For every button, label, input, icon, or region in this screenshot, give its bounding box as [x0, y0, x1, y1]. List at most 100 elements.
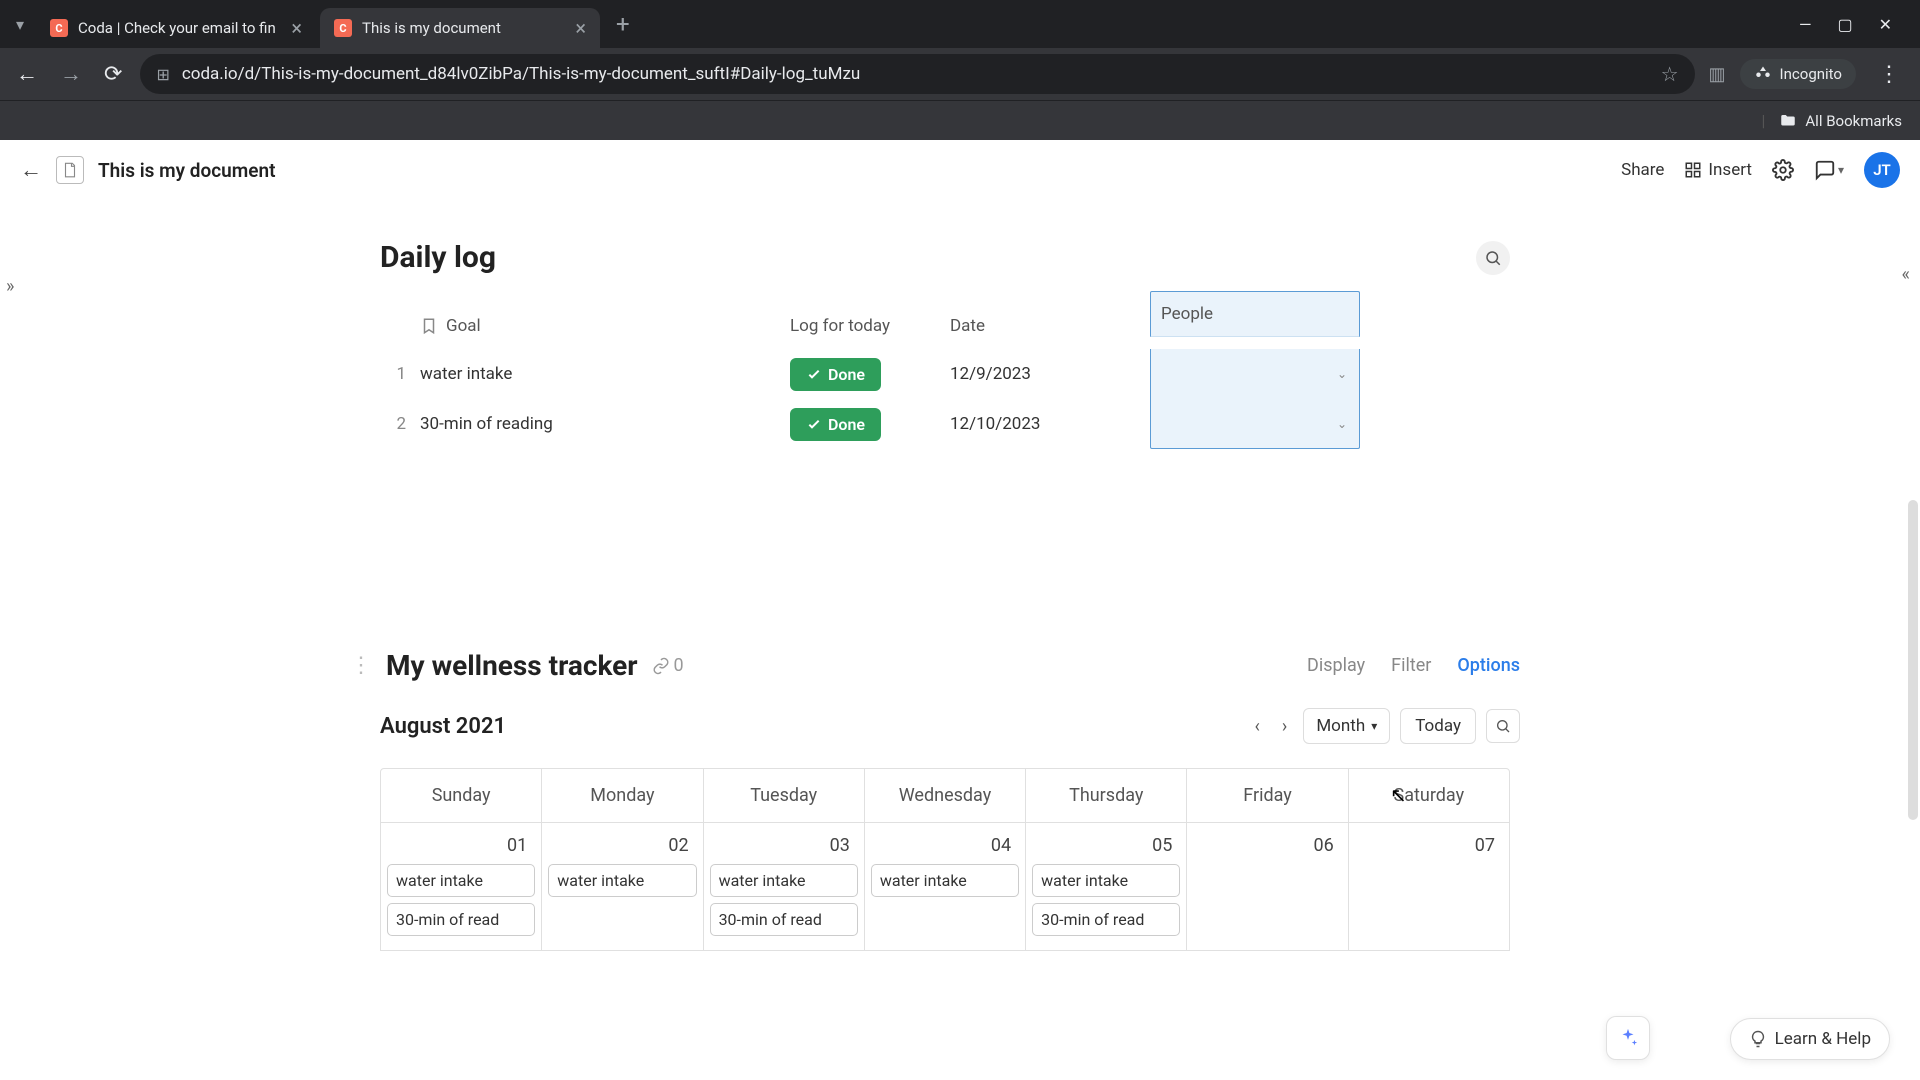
calendar-event[interactable]: water intake [387, 864, 535, 897]
done-label: Done [828, 415, 865, 434]
done-label: Done [828, 365, 865, 384]
column-log[interactable]: Log for today [790, 316, 950, 336]
side-panel-icon[interactable]: ▥ [1709, 64, 1726, 85]
bookmark-star-icon[interactable]: ☆ [1661, 62, 1679, 86]
calendar-event[interactable]: water intake [548, 864, 696, 897]
close-window-icon[interactable]: ✕ [1879, 15, 1892, 34]
drag-handle-icon[interactable]: ⋮ [350, 653, 372, 678]
url-input[interactable]: ⊞ coda.io/d/This-is-my-document_d84lv0Zi… [140, 54, 1694, 94]
avatar[interactable]: JT [1864, 152, 1900, 188]
next-month-button[interactable]: › [1276, 712, 1293, 741]
date-cell[interactable]: 12/10/2023 [950, 414, 1150, 434]
people-cell[interactable]: ⌄ [1150, 399, 1360, 449]
goal-cell[interactable]: water intake [420, 364, 790, 384]
tab-display[interactable]: Display [1307, 655, 1365, 676]
address-bar: ← → ⟳ ⊞ coda.io/d/This-is-my-document_d8… [0, 48, 1920, 100]
people-cell[interactable]: ⌄ [1150, 349, 1360, 399]
search-icon [1495, 718, 1511, 734]
settings-button[interactable] [1772, 159, 1794, 181]
search-button[interactable] [1476, 241, 1510, 275]
link-count[interactable]: 0 [652, 655, 684, 676]
column-goal[interactable]: Goal [420, 316, 790, 336]
chevron-down-icon: ▾ [1371, 719, 1377, 733]
calendar-day[interactable]: 02 water intake [542, 822, 703, 950]
check-icon [806, 416, 822, 432]
insert-label: Insert [1708, 160, 1752, 180]
close-icon[interactable]: × [291, 18, 302, 38]
calendar-event[interactable]: water intake [710, 864, 858, 897]
goal-cell[interactable]: 30-min of reading [420, 414, 790, 434]
comment-icon [1814, 159, 1836, 181]
view-label: Month [1316, 716, 1365, 736]
browser-tab-2[interactable]: C This is my document × [320, 8, 600, 48]
document-title[interactable]: This is my document [98, 159, 276, 182]
share-button[interactable]: Share [1621, 160, 1664, 180]
calendar-event[interactable]: 30-min of read [1032, 903, 1180, 936]
new-tab-button[interactable]: + [604, 10, 642, 38]
date-cell[interactable]: 12/9/2023 [950, 364, 1150, 384]
scrollbar[interactable] [1908, 500, 1918, 820]
incognito-chip[interactable]: Incognito [1740, 59, 1856, 89]
calendar-controls: August 2021 ‹ › Month ▾ Today [380, 708, 1520, 744]
day-number: 03 [710, 831, 858, 864]
browser-tab-1[interactable]: C Coda | Check your email to fin × [36, 8, 316, 48]
calendar-day[interactable]: 04 water intake [865, 822, 1026, 950]
day-number: 05 [1032, 831, 1180, 864]
browser-chrome: ▾ C Coda | Check your email to fin × C T… [0, 0, 1920, 140]
column-people[interactable]: People [1150, 291, 1360, 337]
log-cell[interactable]: Done [790, 358, 950, 391]
calendar-day[interactable]: 06 [1187, 822, 1348, 950]
done-button[interactable]: Done [790, 358, 881, 391]
weekday-header: Friday [1187, 769, 1348, 822]
day-number: 04 [871, 831, 1019, 864]
calendar-event[interactable]: 30-min of read [710, 903, 858, 936]
tab-options[interactable]: Options [1457, 655, 1520, 676]
tracker-tabs: Display Filter Options [1307, 655, 1520, 676]
forward-icon[interactable]: → [56, 57, 86, 91]
daily-log-title: Daily log [380, 240, 496, 275]
weekday-header: Wednesday [865, 769, 1026, 822]
table-row[interactable]: 2 30-min of reading Done 12/10/2023 ⌄ [380, 399, 1520, 449]
tabs-dropdown-icon[interactable]: ▾ [8, 9, 32, 40]
calendar-search-button[interactable] [1486, 709, 1520, 743]
today-button[interactable]: Today [1400, 708, 1476, 744]
calendar-event[interactable]: water intake [871, 864, 1019, 897]
log-cell[interactable]: Done [790, 408, 950, 441]
calendar-day[interactable]: 03 water intake 30-min of read [704, 822, 865, 950]
table-row[interactable]: 1 water intake Done 12/9/2023 ⌄ [380, 349, 1520, 399]
all-bookmarks-button[interactable]: All Bookmarks [1779, 112, 1902, 130]
daily-log-table: Goal Log for today Date People 1 water i… [380, 303, 1520, 449]
view-dropdown[interactable]: Month ▾ [1303, 708, 1390, 744]
link-icon [652, 657, 670, 675]
learn-help-button[interactable]: Learn & Help [1730, 1018, 1890, 1060]
prev-month-button[interactable]: ‹ [1249, 712, 1266, 741]
calendar-day[interactable]: 05 water intake 30-min of read [1026, 822, 1187, 950]
calendar-event[interactable]: 30-min of read [387, 903, 535, 936]
daily-log-section: Daily log Goal Log for today Date People… [380, 240, 1520, 449]
calendar-day[interactable]: 01 water intake 30-min of read [381, 822, 542, 950]
column-date[interactable]: Date [950, 316, 1150, 336]
done-button[interactable]: Done [790, 408, 881, 441]
weekday-header: Monday [542, 769, 703, 822]
search-icon [1484, 249, 1502, 267]
site-info-icon[interactable]: ⊞ [156, 65, 169, 84]
reload-icon[interactable]: ⟳ [100, 58, 126, 91]
comments-button[interactable]: ▾ [1814, 159, 1844, 181]
document-icon[interactable] [56, 156, 84, 184]
ai-assist-button[interactable] [1606, 1016, 1650, 1060]
insert-button[interactable]: Insert [1684, 160, 1752, 180]
calendar-event[interactable]: water intake [1032, 864, 1180, 897]
close-icon[interactable]: × [575, 18, 586, 38]
tab-filter[interactable]: Filter [1391, 655, 1431, 676]
month-label: August 2021 [380, 714, 506, 739]
maximize-icon[interactable]: ▢ [1837, 15, 1852, 34]
calendar-day[interactable]: 07 [1349, 822, 1509, 950]
back-button[interactable]: ← [20, 157, 42, 183]
kebab-menu-icon[interactable]: ⋮ [1870, 62, 1908, 87]
back-icon[interactable]: ← [12, 57, 42, 91]
minimize-icon[interactable]: — [1799, 15, 1812, 34]
gear-icon [1772, 159, 1794, 181]
daily-log-header: Daily log [380, 240, 1520, 275]
table-header-row: Goal Log for today Date People [380, 303, 1520, 349]
lightbulb-icon [1749, 1030, 1767, 1048]
